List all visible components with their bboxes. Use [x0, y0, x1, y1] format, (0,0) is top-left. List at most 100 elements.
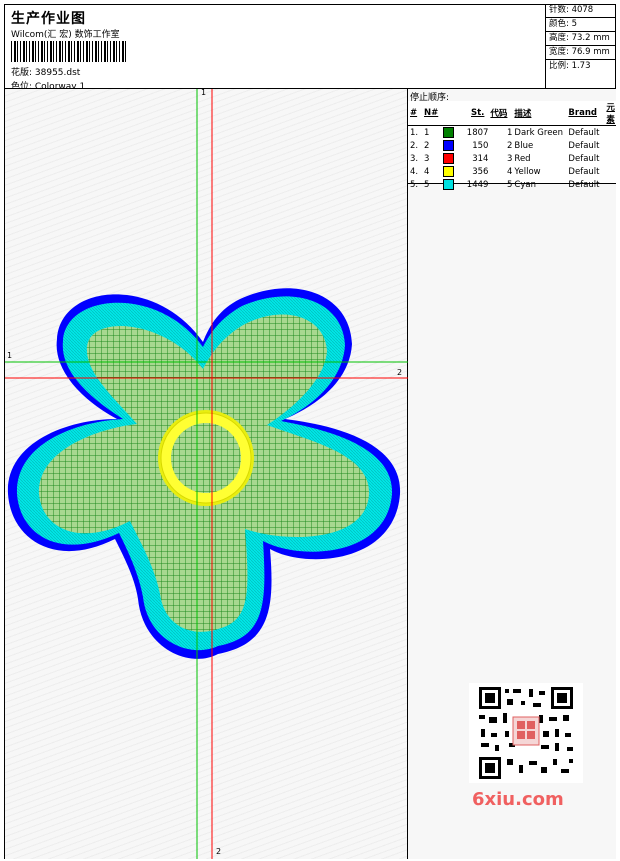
header: 生产作业图 Wilcom(汇 宏) 数饰工作室 花版: 38955.dst 色位…	[4, 4, 616, 92]
stop-row-description-text: Blue	[514, 140, 534, 151]
barcode	[11, 41, 126, 62]
stop-row-number-text: 1	[424, 128, 430, 138]
stop-row-code: 2	[488, 139, 512, 152]
stop-row-stitches-text: 356	[472, 166, 489, 177]
design-canvas: 1 1 2 2	[5, 88, 408, 859]
stop-row-stitches-text: 1449	[466, 179, 489, 190]
stop-row: 1. 1 1807 1 Dark Green Default	[408, 126, 616, 140]
stop-row-brand: Default	[566, 139, 604, 152]
watermark-text: 6xiu.com	[472, 789, 564, 810]
stop-row-brand-text: Default	[568, 179, 600, 190]
stop-row-description: Red	[512, 152, 566, 165]
col-desc: 描述	[514, 109, 532, 119]
stop-row-description: Dark Green	[512, 126, 566, 140]
stop-row-index-text: 5.	[410, 179, 419, 190]
stop-row-index: 5.	[408, 178, 422, 191]
stop-row-brand-text: Default	[568, 140, 600, 151]
stop-sequence-panel: 停止顺序: # N# St. 代码 描述 Brand 元素 1. 1 1807 1 Da…	[408, 89, 616, 859]
stop-row-code-text: 5	[507, 179, 513, 190]
stop-row-code-text: 1	[507, 127, 513, 138]
stop-row-number: 1	[422, 126, 455, 140]
stop-row-number: 3	[422, 152, 455, 165]
stop-row-brand: Default	[566, 165, 604, 178]
stop-row-index: 2.	[408, 139, 422, 152]
red-axis-bottom-label: 2	[216, 847, 222, 856]
stop-row-stitches: 150	[454, 139, 488, 152]
stat-scale: 比例: 1.73	[549, 61, 591, 71]
col-brand: Brand	[568, 108, 597, 118]
stat-colors: 颜色: 5	[546, 18, 616, 32]
stop-row-description-text: Red	[514, 153, 531, 164]
stop-row-stitches: 356	[454, 165, 488, 178]
stop-row-number: 4	[422, 165, 455, 178]
stat-width: 宽度: 76.9 mm	[546, 46, 616, 60]
col-n: N#	[424, 108, 439, 118]
stop-row-code-text: 4	[507, 166, 513, 177]
stop-row-number-text: 2	[424, 141, 430, 151]
company-name: Wilcom(汇 宏) 数饰工作室	[11, 30, 120, 40]
stop-row-element	[604, 126, 616, 140]
stop-row-code: 5	[488, 178, 512, 191]
stop-row-number: 5	[422, 178, 455, 191]
stop-sequence-rows: 1. 1 1807 1 Dark Green Default 2. 2 150 2 Blue Defa…	[408, 126, 616, 192]
stop-row-number-text: 4	[424, 167, 430, 177]
color-swatch	[443, 179, 455, 190]
design-file: 花版: 38955.dst	[11, 68, 81, 78]
color-swatch	[443, 153, 455, 164]
stop-row-description: Cyan	[512, 178, 566, 191]
stop-row-brand: Default	[566, 126, 604, 140]
stop-row-code: 4	[488, 165, 512, 178]
stop-row-description: Blue	[512, 139, 566, 152]
stop-row-index: 4.	[408, 165, 422, 178]
stop-row-element	[604, 178, 616, 191]
stop-row-element	[604, 152, 616, 165]
stop-row-description-text: Cyan	[514, 179, 536, 190]
flower-center-ring	[158, 410, 254, 506]
stop-row-stitches: 314	[454, 152, 488, 165]
stop-row-element	[604, 139, 616, 152]
col-element: 元素	[606, 103, 615, 125]
stop-row-code-text: 2	[507, 140, 513, 151]
stat-height: 高度: 73.2 mm	[546, 32, 616, 46]
stop-row-index: 3.	[408, 152, 422, 165]
color-swatch	[443, 140, 455, 151]
stop-row-stitches: 1449	[454, 178, 489, 191]
green-axis-left-label: 1	[7, 351, 13, 360]
col-st: St.	[471, 108, 485, 118]
stop-row-index-text: 4.	[410, 166, 419, 177]
stop-row-brand: Default	[566, 152, 604, 165]
stop-row-description: Yellow	[512, 165, 566, 178]
stop-sequence-table: # N# St. 代码 描述 Brand 元素 1. 1 1807 1 Dark Gre…	[408, 101, 616, 191]
embroidery-preview	[5, 89, 408, 859]
stop-row-index-text: 3.	[410, 153, 419, 164]
stop-sequence-table-wrap: # N# St. 代码 描述 Brand 元素 1. 1 1807 1 Dark Gre…	[408, 101, 616, 190]
stop-row-brand: Default	[566, 178, 604, 191]
stop-row-code: 3	[488, 152, 512, 165]
red-axis-right-label: 2	[397, 368, 403, 377]
stop-row-stitches-text: 1807	[466, 127, 489, 138]
col-idx: #	[410, 108, 418, 118]
stat-stitches: 针数: 4078	[546, 4, 616, 18]
stop-row-number: 2	[422, 139, 455, 152]
stop-row-index: 1.	[408, 126, 422, 140]
stop-row-number-text: 3	[424, 154, 430, 164]
stop-row-stitches-text: 314	[472, 153, 489, 164]
stop-row-code: 1	[488, 126, 512, 140]
qr-code	[469, 683, 583, 783]
stop-row-number-text: 5	[424, 180, 430, 190]
stop-row: 3. 3 314 3 Red Default	[408, 152, 616, 165]
color-swatch	[443, 127, 455, 138]
stop-row-brand-text: Default	[568, 153, 600, 164]
stop-row-description-text: Yellow	[514, 166, 541, 177]
stop-row: 2. 2 150 2 Blue Default	[408, 139, 616, 152]
stop-row-code-text: 3	[507, 153, 513, 164]
stop-row-brand-text: Default	[568, 127, 600, 138]
green-axis-top-label: 1	[201, 88, 207, 97]
stop-row-stitches: 1807	[454, 126, 489, 140]
page-title: 生产作业图	[11, 11, 86, 27]
stop-row: 4. 4 356 4 Yellow Default	[408, 165, 616, 178]
stop-row-description-text: Dark Green	[514, 127, 564, 138]
stop-row: 5. 5 1449 5 Cyan Default	[408, 178, 616, 191]
stats-panel: 针数: 4078 颜色: 5 高度: 73.2 mm 宽度: 76.9 mm 比…	[545, 4, 616, 89]
color-swatch	[443, 166, 455, 177]
